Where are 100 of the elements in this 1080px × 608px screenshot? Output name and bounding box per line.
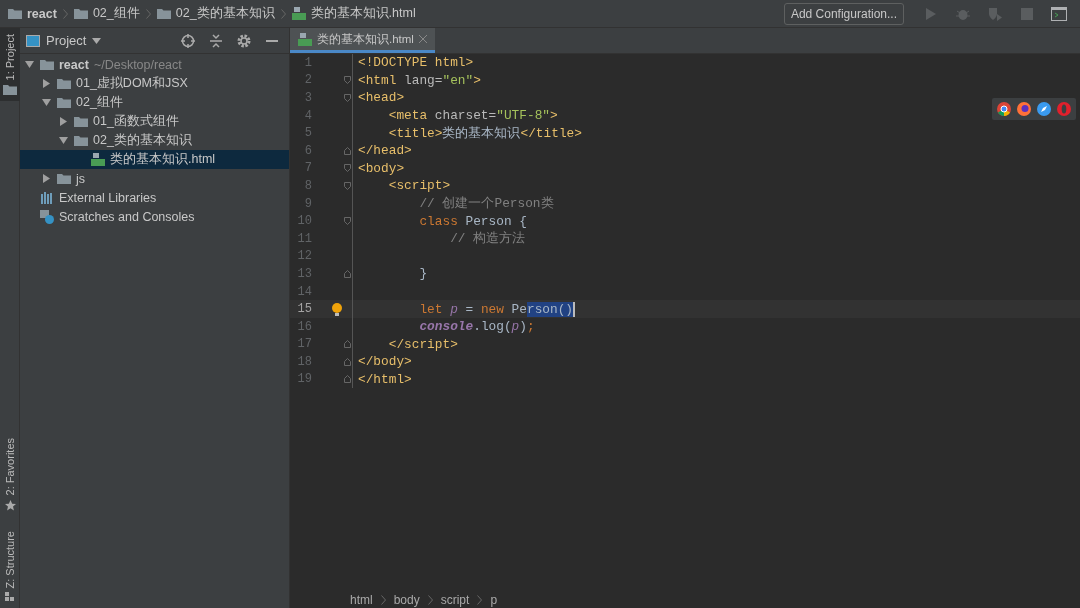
status-breadcrumb[interactable]: body xyxy=(393,592,420,607)
tree-item[interactable]: Scratches and Consoles xyxy=(20,207,289,226)
line-number: 16 xyxy=(296,319,312,334)
collapse-icon xyxy=(210,33,222,48)
collapsed-arrow-icon[interactable] xyxy=(41,174,51,183)
panel-icon xyxy=(26,34,40,47)
code-line: <body> xyxy=(358,160,405,176)
tree-item[interactable]: 02_类的基本知识 xyxy=(20,131,289,150)
tool-window-tab[interactable]: 2: Favorites xyxy=(0,432,20,517)
star-icon xyxy=(4,499,16,511)
code-line: </script> xyxy=(387,336,458,352)
code-line: <html lang="en"> xyxy=(358,72,481,88)
editor-tab[interactable]: 类的基本知识.html xyxy=(290,28,435,53)
fold-marker-icon[interactable] xyxy=(343,269,351,278)
line-number: 5 xyxy=(303,126,312,141)
html-file-icon xyxy=(91,153,105,166)
folder-icon xyxy=(156,8,171,19)
status-breadcrumb[interactable]: script xyxy=(440,592,470,607)
close-icon[interactable] xyxy=(418,35,427,43)
add-configuration-button[interactable]: Add Configuration... xyxy=(783,2,904,25)
expanded-arrow-icon[interactable] xyxy=(58,136,68,145)
status-breadcrumb[interactable]: p xyxy=(490,592,498,607)
line-number: 2 xyxy=(303,73,312,88)
fold-marker-icon[interactable] xyxy=(343,217,351,226)
folder-icon xyxy=(57,173,71,184)
status-breadcrumb[interactable]: html xyxy=(350,592,373,607)
path-separator-icon xyxy=(380,594,386,605)
dropdown-caret-icon[interactable] xyxy=(92,37,102,44)
compass-icon[interactable] xyxy=(1037,102,1051,116)
line-number: 14 xyxy=(296,284,312,299)
chrome-icon[interactable] xyxy=(997,102,1011,116)
breadcrumb-item[interactable]: react xyxy=(8,6,57,21)
code-line: </head> xyxy=(358,143,412,159)
tree-item[interactable]: 01_虚拟DOM和JSX xyxy=(20,74,289,93)
fold-marker-icon[interactable] xyxy=(343,76,351,85)
folder-icon xyxy=(8,8,22,19)
terminal-icon xyxy=(1051,6,1067,21)
minus-icon xyxy=(266,39,278,42)
fold-marker-icon[interactable] xyxy=(343,94,351,102)
line-number: 11 xyxy=(296,231,312,246)
fold-marker-icon[interactable] xyxy=(343,375,351,384)
tool-window-tab[interactable]: 1: Project xyxy=(0,28,20,102)
settings-icon xyxy=(237,33,251,48)
code-line: </body> xyxy=(358,354,412,370)
fold-marker-icon[interactable] xyxy=(343,146,351,155)
fold-marker-icon[interactable] xyxy=(343,164,351,173)
stop-icon xyxy=(1021,7,1033,20)
code-line: <script> xyxy=(387,178,451,194)
folder-icon xyxy=(57,97,71,108)
code-line: } xyxy=(418,266,428,282)
code-line: <head> xyxy=(358,90,405,106)
panel-title[interactable]: Project xyxy=(46,33,87,48)
html-file-icon xyxy=(298,32,312,46)
collapsed-arrow-icon[interactable] xyxy=(58,117,68,126)
expanded-arrow-icon[interactable] xyxy=(41,98,51,107)
path-separator-icon xyxy=(427,594,433,605)
tree-item[interactable]: External Libraries xyxy=(20,188,289,207)
folder-icon xyxy=(73,8,88,19)
line-number: 15 xyxy=(296,302,312,317)
folder-icon xyxy=(3,84,17,96)
tool-window-tab[interactable]: Z: Structure xyxy=(0,524,20,608)
breadcrumb-item[interactable]: 02_组件 xyxy=(73,5,140,22)
expanded-arrow-icon[interactable] xyxy=(24,60,34,69)
folder-icon xyxy=(40,59,54,70)
fold-marker-icon[interactable] xyxy=(343,340,351,349)
lightbulb-icon[interactable] xyxy=(332,302,342,316)
fold-marker-icon[interactable] xyxy=(343,181,351,190)
line-number: 7 xyxy=(303,161,312,176)
path-hint: ~/Desktop/react xyxy=(93,57,182,72)
structure-icon xyxy=(5,592,15,602)
crosshair-icon xyxy=(181,33,195,48)
firefox-icon[interactable] xyxy=(1017,102,1031,116)
tree-item[interactable]: 01_函数式组件 xyxy=(20,112,289,131)
line-number: 4 xyxy=(303,108,312,123)
collapsed-arrow-icon[interactable] xyxy=(41,79,51,88)
line-number: 6 xyxy=(303,143,312,158)
folder-icon xyxy=(74,116,88,127)
code-line: console.log(p); xyxy=(418,319,535,335)
tree-item[interactable]: 02_组件 xyxy=(20,93,289,112)
breadcrumb-separator-icon xyxy=(145,8,151,19)
fold-marker-icon[interactable] xyxy=(343,357,351,366)
line-number: 13 xyxy=(296,266,312,281)
run-icon xyxy=(925,6,937,21)
tree-item[interactable]: js xyxy=(20,169,289,188)
shield-play-icon xyxy=(987,6,1003,21)
breadcrumb-item[interactable]: 类的基本知识.html xyxy=(291,5,416,22)
breadcrumb-separator-icon xyxy=(280,8,286,19)
code-line: <meta charset="UTF-8"> xyxy=(387,108,558,124)
line-number: 9 xyxy=(303,196,312,211)
breadcrumb-separator-icon xyxy=(62,8,68,19)
tree-item[interactable]: react ~/Desktop/react xyxy=(20,55,289,74)
html-file-icon xyxy=(291,7,306,20)
code-line: class Person { xyxy=(418,213,527,229)
line-number: 1 xyxy=(303,55,312,70)
tree-item[interactable]: 类的基本知识.html xyxy=(20,150,289,169)
breadcrumb-item[interactable]: 02_类的基本知识 xyxy=(156,5,275,22)
code-line: // 构造方法 xyxy=(449,230,526,248)
opera-icon[interactable] xyxy=(1057,102,1071,116)
libraries-icon xyxy=(40,191,54,204)
line-number: 3 xyxy=(303,91,312,105)
